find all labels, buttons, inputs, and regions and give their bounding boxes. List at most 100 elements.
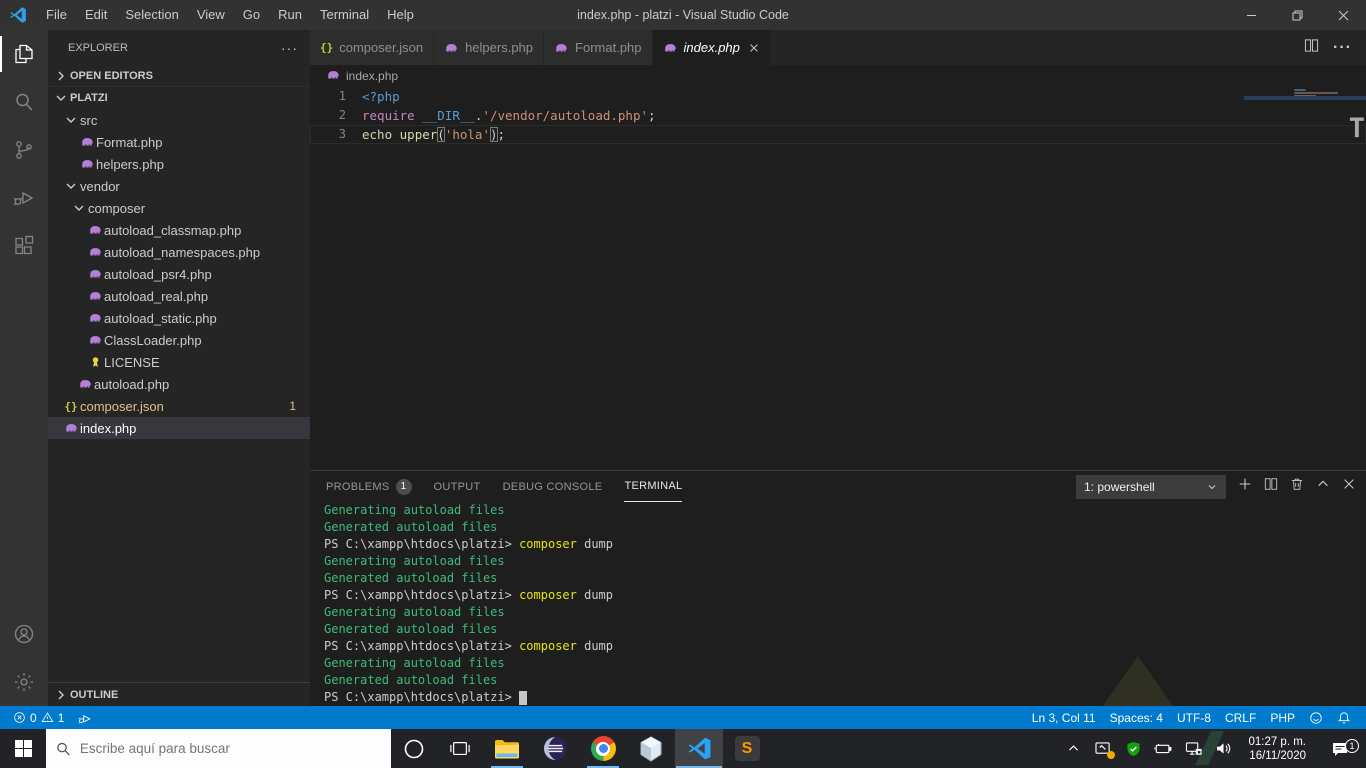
- maximize-panel-icon[interactable]: [1316, 477, 1330, 496]
- activity-source-control[interactable]: [0, 126, 48, 174]
- task-view-button[interactable]: [437, 729, 483, 768]
- taskbar-app-file-explorer[interactable]: [483, 729, 531, 768]
- terminal-line: Generating autoload files: [324, 656, 505, 670]
- menu-run[interactable]: Run: [269, 0, 311, 30]
- tree-item-autoload-namespaces-php[interactable]: autoload_namespaces.php: [48, 241, 310, 263]
- tree-item-helpers-php[interactable]: helpers.php: [48, 153, 310, 175]
- terminal-select[interactable]: 1: powershell: [1076, 474, 1226, 499]
- taskbar-app-chrome[interactable]: [579, 729, 627, 768]
- panel-tab-terminal[interactable]: TERMINAL: [624, 471, 683, 502]
- cortana-button[interactable]: [391, 729, 437, 768]
- tree-item-license[interactable]: LICENSE: [48, 351, 310, 373]
- taskbar-search[interactable]: [46, 729, 391, 768]
- tree-item-composer-json[interactable]: {} composer.json 1: [48, 395, 310, 417]
- status-cursor-position[interactable]: Ln 3, Col 11: [1025, 706, 1103, 729]
- bell-icon: [1338, 711, 1350, 724]
- tree-item-classloader-php[interactable]: ClassLoader.php: [48, 329, 310, 351]
- menu-view[interactable]: View: [188, 0, 234, 30]
- new-terminal-icon[interactable]: [1238, 477, 1252, 496]
- security-shield-icon[interactable]: [1120, 729, 1146, 768]
- panel-tab-problems[interactable]: PROBLEMS 1: [326, 471, 412, 502]
- taskbar-app-eclipse[interactable]: [531, 729, 579, 768]
- line-number: 2: [338, 108, 346, 122]
- warning-icon: [41, 712, 54, 722]
- panel-tabs: PROBLEMS 1 OUTPUT DEBUG CONSOLE TERMINAL: [326, 471, 704, 502]
- outline-section[interactable]: OUTLINE: [48, 682, 310, 706]
- explorer-actions-icon[interactable]: ···: [281, 40, 298, 56]
- tree-item-autoload-classmap-php[interactable]: autoload_classmap.php: [48, 219, 310, 241]
- close-tab-icon[interactable]: [748, 42, 760, 54]
- terminal-output[interactable]: Generating autoload files Generated autol…: [310, 502, 1366, 706]
- activity-run-debug[interactable]: [0, 174, 48, 222]
- tree-item-platzi[interactable]: PLATZI: [48, 87, 310, 109]
- action-center-button[interactable]: 1: [1318, 738, 1362, 757]
- panel-tab-debug-console[interactable]: DEBUG CONSOLE: [503, 471, 603, 502]
- terminal-line: Generated autoload files: [324, 520, 498, 534]
- chevron-down-icon: [66, 183, 76, 189]
- display-sync-icon[interactable]: [1090, 729, 1116, 768]
- tree-item-autoload-php[interactable]: autoload.php: [48, 373, 310, 395]
- close-button[interactable]: [1320, 0, 1366, 30]
- tree-item-index-php[interactable]: index.php: [48, 417, 310, 439]
- breadcrumb[interactable]: index.php: [310, 65, 1366, 87]
- menu-edit[interactable]: Edit: [76, 0, 116, 30]
- tree-item-vendor[interactable]: vendor: [48, 175, 310, 197]
- menu-terminal[interactable]: Terminal: [311, 0, 378, 30]
- debug-status[interactable]: [71, 706, 99, 729]
- tree-item-open-editors[interactable]: OPEN EDITORS: [48, 65, 310, 87]
- search-input[interactable]: [79, 741, 381, 756]
- activity-settings[interactable]: [0, 658, 48, 706]
- tab-format-php[interactable]: Format.php: [544, 30, 653, 65]
- panel-tab-output[interactable]: OUTPUT: [434, 471, 481, 502]
- taskbar-app-sublime-text[interactable]: S: [723, 729, 771, 768]
- status-encoding[interactable]: UTF-8: [1170, 706, 1218, 729]
- line-number: 3: [338, 127, 346, 141]
- volume-icon[interactable]: [1210, 729, 1236, 768]
- kill-terminal-icon[interactable]: [1290, 477, 1304, 496]
- status-indentation[interactable]: Spaces: 4: [1103, 706, 1170, 729]
- more-actions-icon[interactable]: ···: [1333, 39, 1352, 57]
- activity-search[interactable]: [0, 78, 48, 126]
- menu-go[interactable]: Go: [234, 0, 269, 30]
- tabs-container: {} composer.json helpers.php Format.php i…: [310, 30, 771, 65]
- activity-account[interactable]: [0, 610, 48, 658]
- php-file-icon: [89, 336, 101, 344]
- battery-icon[interactable]: [1150, 729, 1176, 768]
- tray-expand-icon[interactable]: [1060, 729, 1086, 768]
- cortana-icon: [404, 739, 424, 758]
- editor-actions: ···: [1304, 30, 1366, 65]
- menu-file[interactable]: File: [37, 0, 76, 30]
- code-editor[interactable]: 1 <?php 2 require __DIR__.'/vendor/autoload…: [310, 87, 1366, 470]
- taskbar-app-3d-viewer[interactable]: [627, 729, 675, 768]
- activity-explorer[interactable]: [0, 30, 48, 78]
- restore-button[interactable]: [1274, 0, 1320, 30]
- close-panel-icon[interactable]: [1342, 477, 1356, 496]
- activity-extensions[interactable]: [0, 222, 48, 270]
- split-terminal-icon[interactable]: [1264, 477, 1278, 496]
- feedback-status[interactable]: [1302, 706, 1330, 729]
- tab-helpers-php[interactable]: helpers.php: [434, 30, 545, 65]
- tab-composer-json[interactable]: {} composer.json: [310, 30, 435, 65]
- problems-status[interactable]: 0 1: [6, 706, 71, 729]
- tree-item-autoload-static-php[interactable]: autoload_static.php: [48, 307, 310, 329]
- tab-index-php[interactable]: index.php: [652, 30, 771, 65]
- tree-item-src[interactable]: src: [48, 109, 310, 131]
- notifications-status[interactable]: [1330, 706, 1358, 729]
- menu-selection[interactable]: Selection: [116, 0, 187, 30]
- title-bar: File Edit Selection View Go Run Terminal Help i…: [0, 0, 1366, 30]
- tree-item-composer[interactable]: composer: [48, 197, 310, 219]
- taskbar-app-vscode[interactable]: [675, 729, 723, 768]
- minimize-button[interactable]: [1228, 0, 1274, 30]
- menu-help[interactable]: Help: [378, 0, 423, 30]
- start-button[interactable]: [0, 729, 46, 768]
- network-icon[interactable]: [1180, 729, 1206, 768]
- tree-item-autoload-psr4-php[interactable]: autoload_psr4.php: [48, 263, 310, 285]
- status-eol[interactable]: CRLF: [1218, 706, 1263, 729]
- tree-item-autoload-real-php[interactable]: autoload_real.php: [48, 285, 310, 307]
- split-editor-icon[interactable]: [1304, 38, 1319, 58]
- php-file-icon: [89, 314, 101, 322]
- bottom-panel: PROBLEMS 1 OUTPUT DEBUG CONSOLE TERMINAL 1: …: [310, 470, 1366, 706]
- status-language-mode[interactable]: PHP: [1263, 706, 1302, 729]
- tree-item-format-php[interactable]: Format.php: [48, 131, 310, 153]
- tray-clock[interactable]: 01:27 p. m. 16/11/2020: [1240, 735, 1314, 763]
